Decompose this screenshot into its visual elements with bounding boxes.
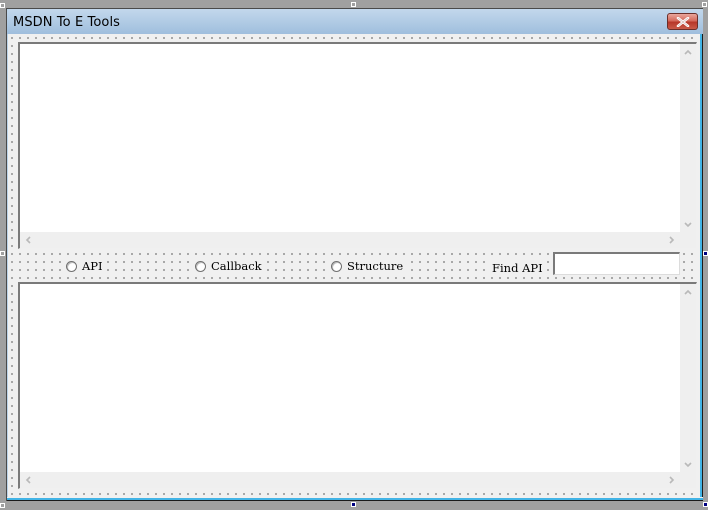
api-list-vertical-scrollbar[interactable] — [680, 44, 696, 232]
close-button[interactable] — [667, 13, 698, 30]
radio-api-label: API — [82, 259, 103, 273]
chevron-right-icon[interactable] — [669, 236, 675, 244]
chevron-up-icon[interactable] — [684, 289, 692, 295]
resize-handle-top-center[interactable] — [351, 2, 356, 7]
api-list-box[interactable] — [18, 42, 697, 249]
radio-structure[interactable]: Structure — [329, 258, 406, 274]
window-border-bottom — [7, 497, 703, 501]
resize-handle-bottom-center[interactable] — [351, 502, 356, 507]
output-text-content[interactable] — [20, 284, 680, 472]
close-icon — [676, 16, 690, 27]
window-border-right — [699, 34, 703, 501]
chevron-right-icon[interactable] — [669, 476, 675, 484]
window-title: MSDN To E Tools — [13, 15, 121, 30]
scrollbar-corner — [680, 472, 696, 488]
output-horizontal-scrollbar[interactable] — [20, 472, 680, 488]
output-text-box[interactable] — [18, 282, 697, 489]
radio-circle-icon[interactable] — [66, 260, 77, 272]
radio-callback[interactable]: Callback — [193, 258, 264, 274]
api-list-content[interactable] — [20, 44, 680, 232]
chevron-left-icon[interactable] — [25, 236, 31, 244]
resize-handle-top-right[interactable] — [702, 2, 707, 7]
resize-handle-middle-left[interactable] — [0, 251, 5, 256]
radio-structure-label: Structure — [347, 259, 404, 273]
find-api-input[interactable] — [553, 252, 680, 275]
radio-circle-icon[interactable] — [331, 260, 342, 272]
title-bar[interactable]: MSDN To E Tools — [7, 9, 703, 34]
chevron-down-icon[interactable] — [684, 462, 692, 468]
output-vertical-scrollbar[interactable] — [680, 284, 696, 472]
resize-handle-bottom-left[interactable] — [0, 503, 5, 508]
radio-callback-label: Callback — [211, 259, 262, 273]
chevron-up-icon[interactable] — [684, 49, 692, 55]
find-api-label: Find API — [489, 260, 546, 276]
api-list-horizontal-scrollbar[interactable] — [20, 232, 680, 248]
radio-circle-icon[interactable] — [195, 260, 206, 272]
form-window: MSDN To E Tools API Callback Structure F… — [6, 8, 703, 501]
chevron-left-icon[interactable] — [25, 476, 31, 484]
chevron-down-icon[interactable] — [684, 222, 692, 228]
resize-handle-middle-right[interactable] — [703, 251, 708, 256]
resize-handle-bottom-right[interactable] — [703, 502, 708, 507]
radio-api[interactable]: API — [64, 258, 105, 274]
client-area: API Callback Structure Find API — [8, 34, 699, 498]
scrollbar-corner — [680, 232, 696, 248]
resize-handle-top-left[interactable] — [0, 3, 5, 8]
